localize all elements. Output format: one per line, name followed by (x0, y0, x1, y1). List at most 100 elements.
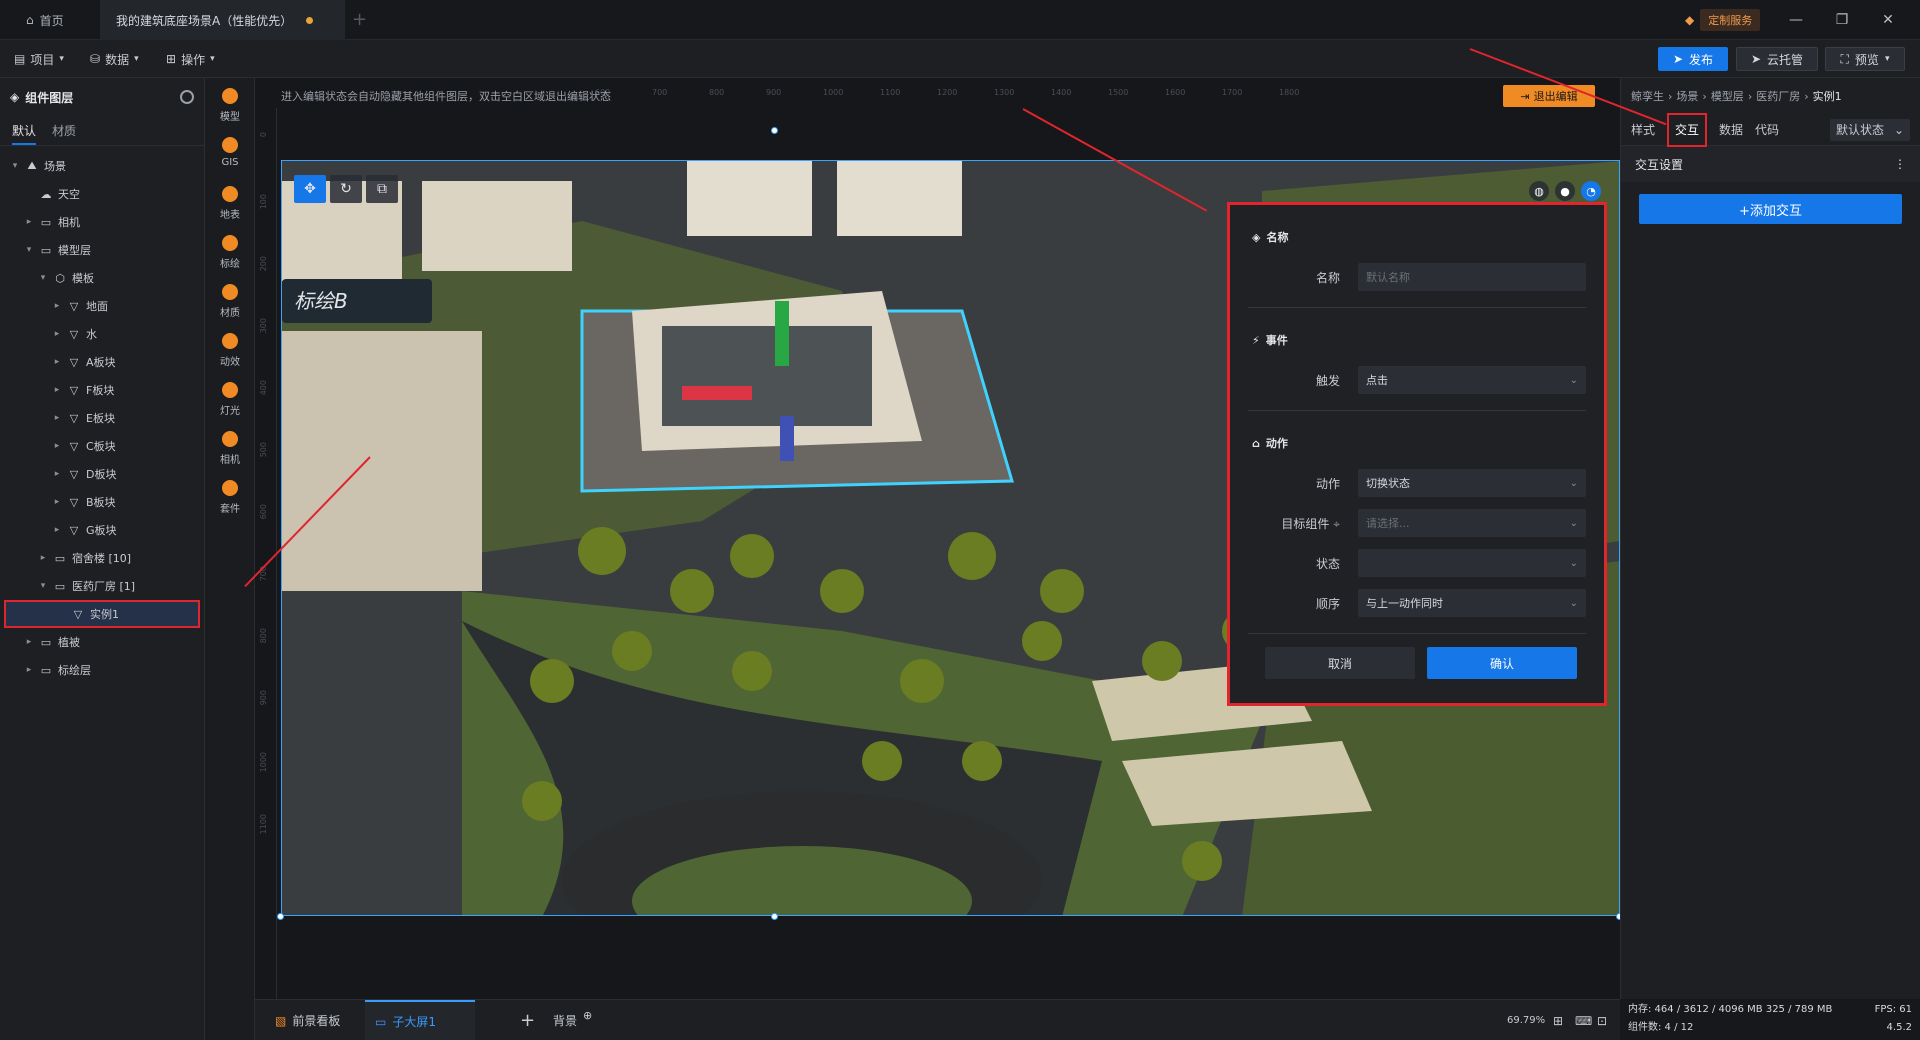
cancel-button[interactable]: 取消 (1265, 647, 1415, 679)
chevron-icon[interactable]: ▸ (52, 469, 62, 479)
layer-tree-item[interactable]: ▸ ▽ 地面 (0, 292, 204, 320)
chevron-icon[interactable]: ▸ (24, 637, 34, 647)
background-button[interactable]: 背景 ⊕ (553, 1000, 592, 1040)
tab-default[interactable]: 默认 (12, 116, 37, 145)
resize-handle-top[interactable] (771, 127, 778, 134)
tab-data[interactable]: 数据 (1719, 116, 1743, 144)
tab-home[interactable]: ⌂ 首页 (10, 0, 80, 40)
chevron-icon[interactable]: ▸ (38, 553, 48, 563)
layer-tree-item[interactable]: ▸ ▭ 植被 (0, 628, 204, 656)
scale-tool-icon[interactable]: ⧉ (366, 175, 398, 203)
trigger-select[interactable]: 点击 ⌄ (1358, 366, 1586, 394)
state-select[interactable]: ⌄ (1358, 549, 1586, 577)
tab-interaction[interactable]: 交互 (1667, 112, 1708, 147)
chevron-icon[interactable]: ▸ (52, 413, 62, 423)
component-category-button[interactable]: GIS (205, 137, 255, 168)
chevron-icon[interactable]: ▾ (10, 161, 20, 171)
layer-tree-item[interactable]: ☁ 天空 (0, 180, 204, 208)
layer-tree-item[interactable]: ▾ ⬡ 模板 (0, 264, 204, 292)
chevron-icon[interactable]: ▸ (52, 497, 62, 507)
component-category-button[interactable]: 灯光 (205, 382, 255, 417)
chevron-icon[interactable]: ▸ (52, 525, 62, 535)
data-menu[interactable]: ⛁ 数据 ▾ (90, 48, 139, 70)
tab-code[interactable]: 代码 (1755, 116, 1779, 144)
component-category-button[interactable]: 地表 (205, 186, 255, 221)
chevron-icon[interactable]: ▸ (52, 385, 62, 395)
chevron-icon[interactable]: ▸ (52, 357, 62, 367)
close-button[interactable]: ✕ (1876, 8, 1900, 32)
exit-edit-button[interactable]: ⇥ 退出编辑 (1503, 85, 1595, 107)
tab-material[interactable]: 材质 (52, 116, 76, 145)
resize-handle-bottom-left[interactable] (277, 913, 284, 920)
chevron-icon[interactable]: ▸ (52, 329, 62, 339)
chevron-icon[interactable]: ▸ (24, 217, 34, 227)
component-category-button[interactable]: 标绘 (205, 235, 255, 270)
target-picker-icon[interactable]: ⌖ (1333, 517, 1340, 531)
layer-tree-item[interactable]: ▽ 实例1 (4, 600, 200, 628)
layer-tree-item[interactable]: ▸ ▭ 标绘层 (0, 656, 204, 684)
chevron-icon[interactable]: ▾ (24, 245, 34, 255)
restore-button[interactable]: ❐ (1830, 8, 1854, 32)
layer-tree-item[interactable]: ▾ ▭ 医药厂房 [1] (0, 572, 204, 600)
preview-button[interactable]: ⛶ 预览 ▾ (1825, 47, 1905, 71)
layer-tree-item[interactable]: ▸ ▽ B板块 (0, 488, 204, 516)
tab-document[interactable]: 我的建筑底座场景A（性能优先） (100, 0, 345, 40)
operation-menu[interactable]: ⊞ 操作 ▾ (166, 48, 215, 70)
component-category-button[interactable]: 套件 (205, 480, 255, 515)
chevron-icon[interactable]: ▸ (24, 665, 34, 675)
confirm-button[interactable]: 确认 (1427, 647, 1577, 679)
layer-tree-item[interactable]: ▸ ▽ F板块 (0, 376, 204, 404)
chevron-icon[interactable]: ▾ (38, 581, 48, 591)
component-category-button[interactable]: 模型 (205, 88, 255, 123)
layer-tree-item[interactable]: ▸ ▽ 水 (0, 320, 204, 348)
minimize-button[interactable]: — (1784, 8, 1808, 32)
move-tool-icon[interactable]: ✥ (294, 175, 326, 203)
keyboard-icon[interactable]: ⌨ (1575, 1000, 1592, 1040)
cloud-host-button[interactable]: ➤ 云托管 (1736, 47, 1818, 71)
tab-sub-screen[interactable]: ▭ 子大屏1 (365, 1000, 475, 1040)
sphere-tool-icon[interactable]: ● (1555, 181, 1575, 201)
chevron-icon[interactable]: ▾ (38, 273, 48, 283)
component-category-button[interactable]: 材质 (205, 284, 255, 319)
globe-tool-icon[interactable]: ◍ (1529, 181, 1549, 201)
component-category-button[interactable]: 动效 (205, 333, 255, 368)
layer-tree-item[interactable]: ▾ ⛰ 场景 (0, 152, 204, 180)
breadcrumb-item[interactable]: 模型层 (1711, 88, 1744, 104)
action-select[interactable]: 切换状态 ⌄ (1358, 469, 1586, 497)
layer-tree-item[interactable]: ▸ ▽ E板块 (0, 404, 204, 432)
breadcrumb-item[interactable]: 鲸孪生 (1631, 88, 1664, 104)
name-input[interactable]: 默认名称 (1358, 263, 1586, 291)
component-category-button[interactable]: 相机 (205, 431, 255, 466)
project-menu[interactable]: ▤ 项目 ▾ (14, 48, 64, 70)
add-screen-button[interactable]: + (520, 1000, 535, 1040)
chevron-icon[interactable]: ▸ (52, 301, 62, 311)
layer-tree-item[interactable]: ▸ ▽ C板块 (0, 432, 204, 460)
orbit-tool-icon[interactable]: ◔ (1581, 181, 1601, 201)
search-icon[interactable] (180, 90, 194, 104)
more-vertical-icon[interactable]: ⋮ (1894, 157, 1906, 171)
fit-screen-icon[interactable]: ⊞ (1553, 1000, 1563, 1040)
add-interaction-button[interactable]: +添加交互 (1639, 194, 1902, 224)
publish-button[interactable]: ➤ 发布 (1658, 47, 1728, 71)
layer-tree-item[interactable]: ▸ ▽ G板块 (0, 516, 204, 544)
target-select[interactable]: 请选择... ⌄ (1358, 509, 1586, 537)
breadcrumb-item[interactable]: 场景 (1676, 88, 1698, 104)
zoom-level[interactable]: 69.79% (1507, 1000, 1545, 1040)
layer-tree-item-label: 天空 (58, 188, 80, 201)
rotate-tool-icon[interactable]: ↻ (330, 175, 362, 203)
new-tab-button[interactable]: + (352, 9, 367, 30)
layer-tree-item[interactable]: ▾ ▭ 模型层 (0, 236, 204, 264)
terminal-icon[interactable]: ⊡ (1597, 1000, 1607, 1040)
resize-handle-bottom[interactable] (771, 913, 778, 920)
layer-tree-item[interactable]: ▸ ▽ A板块 (0, 348, 204, 376)
custom-service-button[interactable]: ◆ 定制服务 (1685, 9, 1761, 31)
layer-tree-item[interactable]: ▸ ▽ D板块 (0, 460, 204, 488)
chevron-icon[interactable]: ▸ (52, 441, 62, 451)
order-select[interactable]: 与上一动作同时 ⌄ (1358, 589, 1586, 617)
breadcrumb-item[interactable]: 医药厂房 (1756, 88, 1800, 104)
state-select-dropdown[interactable]: 默认状态 ⌄ (1830, 118, 1910, 141)
tab-foreground-board[interactable]: ▧ 前景看板 (265, 1000, 350, 1040)
breadcrumb-item[interactable]: 实例1 (1813, 88, 1842, 104)
layer-tree-item[interactable]: ▸ ▭ 相机 (0, 208, 204, 236)
layer-tree-item[interactable]: ▸ ▭ 宿舍楼 [10] (0, 544, 204, 572)
